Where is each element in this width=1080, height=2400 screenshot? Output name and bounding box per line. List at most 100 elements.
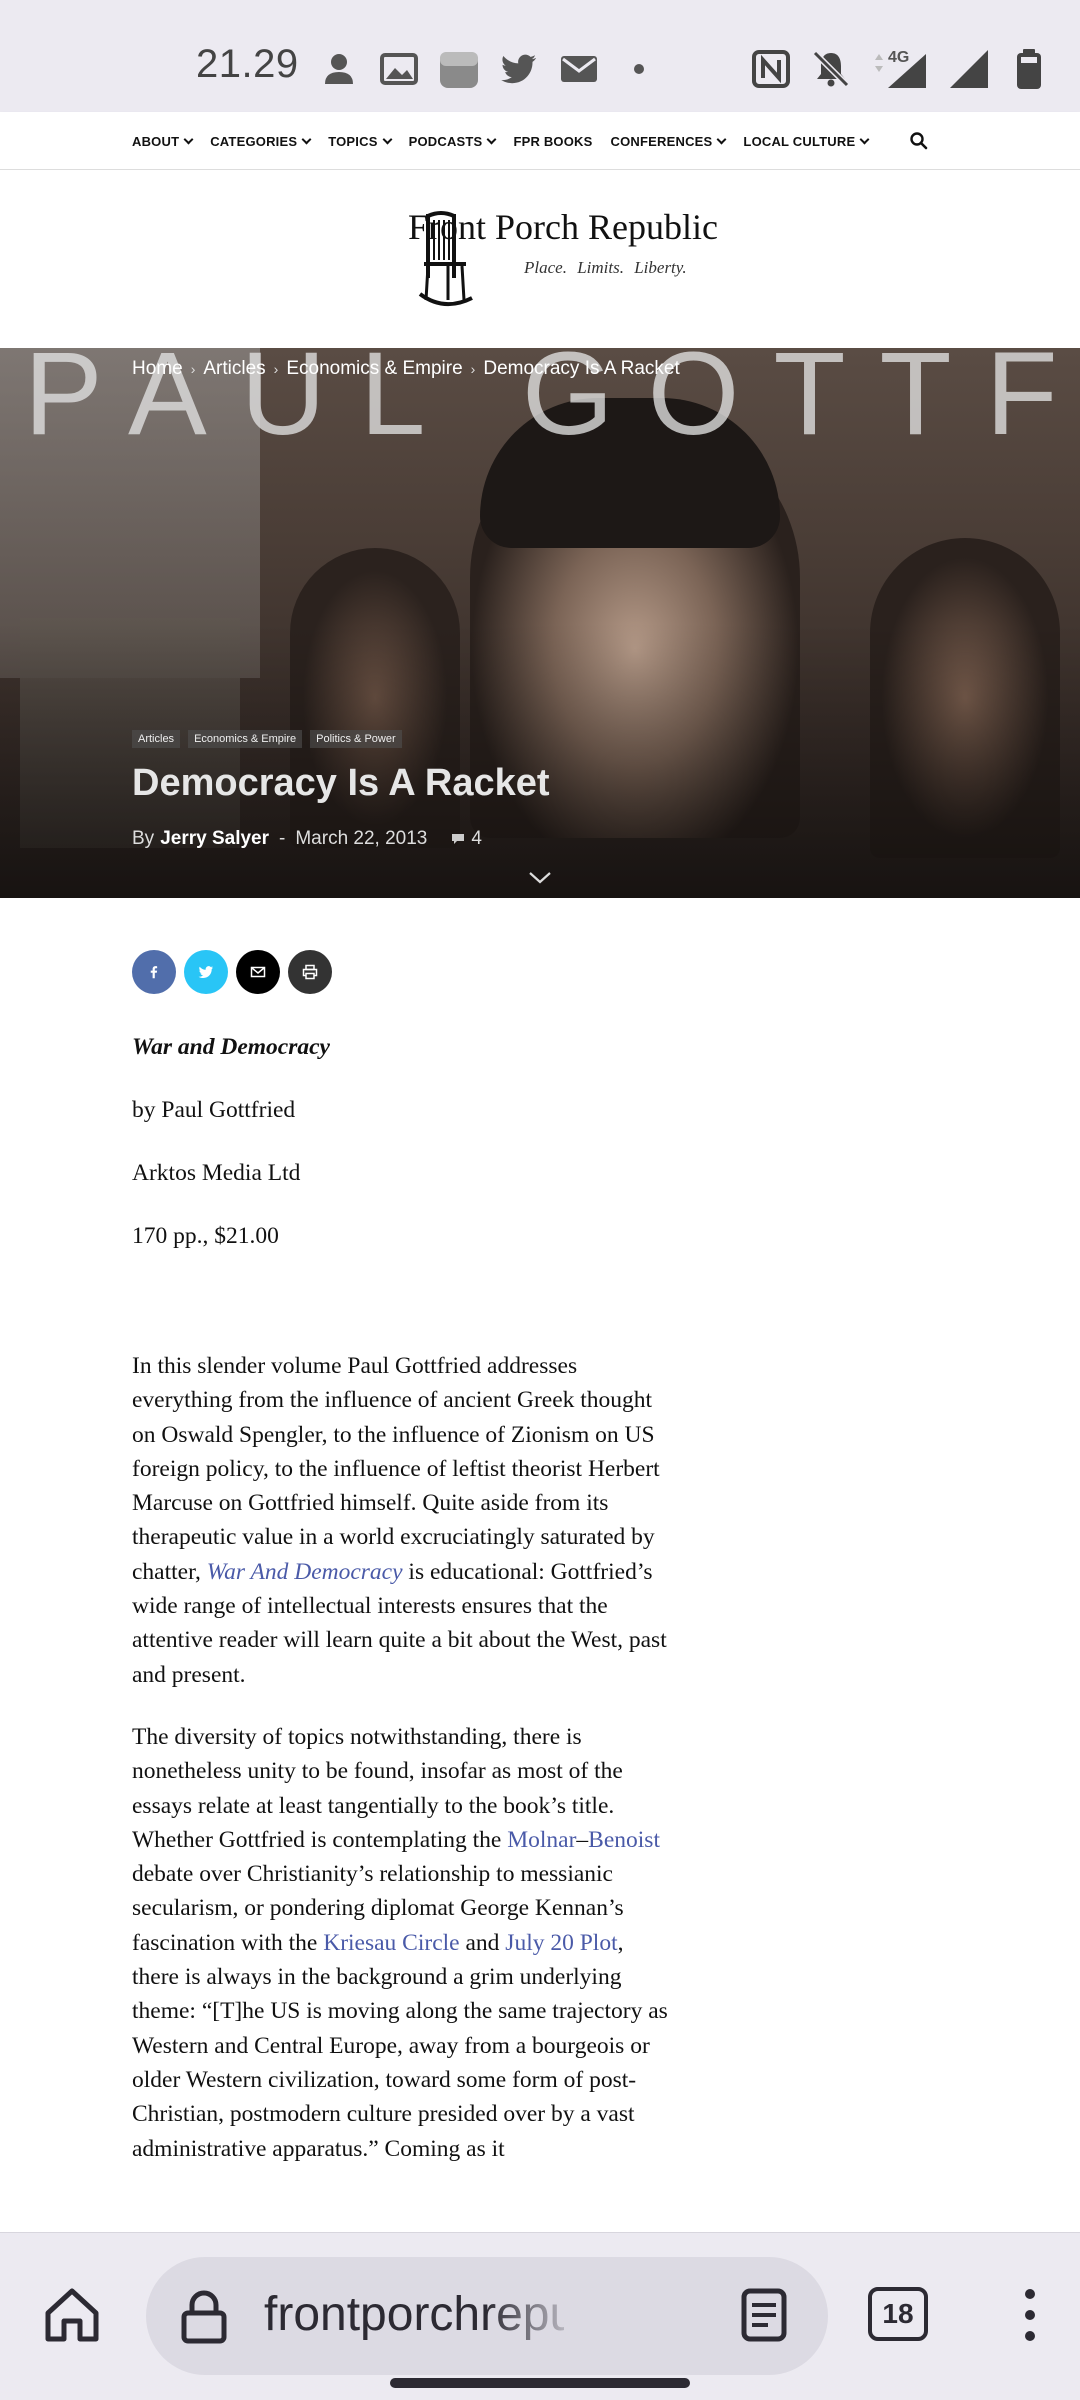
url-fade <box>486 2287 586 2357</box>
home-icon[interactable] <box>40 2283 104 2347</box>
menu-dot <box>1025 2289 1035 2299</box>
chevron-down-icon <box>859 134 870 144</box>
nav-item-label: LOCAL CULTURE <box>743 133 856 149</box>
overflow-menu-icon[interactable] <box>1010 2283 1050 2347</box>
tag-politics-power[interactable]: Politics & Power <box>310 730 402 748</box>
search-icon[interactable] <box>908 130 930 152</box>
twitter-icon <box>198 966 213 978</box>
nav-item-label: CONFERENCES <box>610 133 713 149</box>
nav-item-fpr-books[interactable]: FPR BOOKS <box>513 134 592 149</box>
nav-item-topics[interactable]: TOPICS <box>328 133 393 149</box>
tag-economics-empire[interactable]: Economics & Empire <box>188 730 303 748</box>
chevron-down-icon[interactable] <box>528 866 552 890</box>
nav-item-label: TOPICS <box>328 133 378 149</box>
paragraph-text: In this slender volume Paul Gottfried ad… <box>132 1353 660 1585</box>
lock-icon[interactable] <box>176 2289 232 2345</box>
nav-item-label: PODCASTS <box>408 133 483 149</box>
book-title: War and Democracy <box>132 1034 330 1060</box>
nav-item-label: FPR BOOKS <box>513 133 593 149</box>
breadcrumb-current: Democracy Is A Racket <box>483 358 680 379</box>
article-hero: PAUL GOTTFRIED Home › Articles › Economi… <box>0 348 1080 898</box>
nav-item-categories[interactable]: CATEGORIES <box>210 133 312 149</box>
menu-dot <box>1025 2331 1035 2341</box>
user-avatar-icon <box>318 48 360 90</box>
article-title: Democracy Is A Racket <box>132 762 550 804</box>
breadcrumb-separator-icon: › <box>273 361 279 377</box>
battery-icon <box>1008 48 1050 90</box>
status-time: 21.29 <box>196 42 299 86</box>
nav-item-conferences[interactable]: CONFERENCES <box>610 133 727 149</box>
site-tagline: Place. Limits. Liberty. <box>524 258 687 277</box>
facebook-share-button[interactable] <box>132 950 176 994</box>
twitter-icon <box>498 48 540 90</box>
kriesau-circle-link[interactable]: Kriesau Circle <box>323 1930 459 1956</box>
meta-separator: - <box>279 828 286 849</box>
facebook-icon <box>150 966 158 979</box>
site-title[interactable]: Front Porch Republic <box>408 206 718 248</box>
author-link[interactable]: Jerry Salyer <box>160 828 269 850</box>
address-bar[interactable]: frontporchrepublic.com <box>146 2257 828 2375</box>
paragraph-text: and <box>459 1929 506 1956</box>
site-nav-bar: ABOUT CATEGORIES TOPICS PODCASTS FPR BOOKS CO… <box>0 112 1080 170</box>
site-header: Front Porch Republic Place. Limits. Libe… <box>0 170 1080 348</box>
article-paragraph: The diversity of topics notwithstanding,… <box>132 1720 672 2166</box>
article-paragraph: In this slender volume Paul Gottfried ad… <box>132 1349 672 1692</box>
dot-icon <box>618 48 660 90</box>
publish-date: March 22, 2013 <box>295 828 428 849</box>
signal-icon <box>948 48 990 90</box>
gesture-handle[interactable] <box>390 2378 690 2388</box>
paragraph-text: , there is always in the background a gr… <box>132 1929 668 2162</box>
by-label: By <box>132 828 155 849</box>
browser-toolbar: frontporchrepublic.com 18 <box>0 2232 1080 2400</box>
book-title-link[interactable]: War And Democracy <box>207 1559 403 1585</box>
nav-item-about[interactable]: ABOUT <box>132 133 194 149</box>
breadcrumb-separator-icon: › <box>190 361 196 377</box>
comment-count: 4 <box>471 828 482 849</box>
comment-icon <box>452 834 465 844</box>
nav-item-podcasts[interactable]: PODCASTS <box>408 133 497 149</box>
tag-articles[interactable]: Articles <box>132 730 181 748</box>
chevron-down-icon <box>716 134 727 144</box>
article-meta: By Jerry Salyer - March 22, 2013 4 <box>132 828 482 850</box>
email-share-button[interactable] <box>236 950 280 994</box>
comments-link[interactable]: 4 <box>451 828 482 850</box>
paragraph-text: – <box>576 1826 589 1853</box>
menu-dot <box>1025 2310 1035 2320</box>
chevron-down-icon <box>486 134 497 144</box>
notification-icons <box>318 44 660 94</box>
status-bar: 21.29 4G <box>0 0 1080 112</box>
chevron-down-icon <box>382 134 393 144</box>
svg-text:4G: 4G <box>888 49 909 66</box>
system-icons: 4G <box>750 44 1050 94</box>
mail-icon <box>250 966 266 978</box>
share-buttons <box>132 950 332 994</box>
chevron-down-icon <box>183 134 194 144</box>
reader-mode-icon[interactable] <box>736 2287 792 2343</box>
breadcrumb-separator-icon: › <box>470 361 476 377</box>
july-20-plot-link[interactable]: July 20 Plot <box>505 1930 617 1956</box>
molnar-link[interactable]: Molnar <box>507 1827 576 1853</box>
breadcrumb-home[interactable]: Home <box>132 358 183 380</box>
app-thumbnail-icon <box>438 48 480 90</box>
twitter-share-button[interactable] <box>184 950 228 994</box>
nav-item-local-culture[interactable]: LOCAL CULTURE <box>743 133 870 149</box>
category-tags: Articles Economics & Empire Politics & P… <box>132 730 402 748</box>
breadcrumb: Home › Articles › Economics & Empire › D… <box>132 358 680 380</box>
nav-item-label: CATEGORIES <box>210 133 298 149</box>
nav-menu: ABOUT CATEGORIES TOPICS PODCASTS FPR BOOKS CO… <box>132 112 886 170</box>
book-author: by Paul Gottfried <box>132 1097 296 1123</box>
signal-4g-icon: 4G <box>870 48 930 90</box>
benoist-link[interactable]: Benoist <box>588 1827 660 1853</box>
nfc-icon <box>750 48 792 90</box>
breadcrumb-articles[interactable]: Articles <box>203 358 265 380</box>
breadcrumb-economics-empire[interactable]: Economics & Empire <box>286 358 462 380</box>
gallery-icon <box>378 48 420 90</box>
print-button[interactable] <box>288 950 332 994</box>
chevron-down-icon <box>301 134 312 144</box>
tab-switcher-button[interactable]: 18 <box>868 2287 928 2341</box>
article-body: War and Democracy by Paul Gottfried Arkt… <box>132 1030 672 2194</box>
mute-bell-icon <box>810 48 852 90</box>
nav-item-label: ABOUT <box>132 133 180 149</box>
mail-icon <box>558 48 600 90</box>
book-price: 170 pp., $21.00 <box>132 1223 279 1249</box>
